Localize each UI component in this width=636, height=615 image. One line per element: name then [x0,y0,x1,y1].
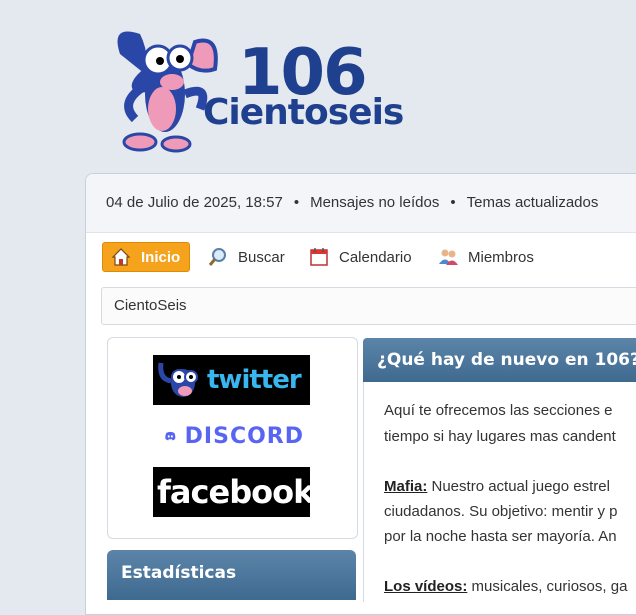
members-icon [439,249,458,265]
news-mafia-line: Mafia: Nuestro actual juego estrel [384,478,610,495]
news-title: ¿Qué hay de nuevo en 106? [377,350,636,370]
updated-topics-link[interactable]: Temas actualizados [467,194,599,211]
mafia-text: Nuestro actual juego estrel [427,478,610,495]
separator-dot: • [293,194,300,211]
mascot-icon [158,362,198,397]
mafia-link[interactable]: Mafia: [384,478,427,495]
nav-calendar-button[interactable]: Calendario [309,242,412,272]
breadcrumb: CientoSeis [101,287,636,325]
news-intro-line: tiempo si hay lugares mas candent [384,428,616,445]
nav-home-button[interactable]: Inicio [102,242,191,272]
news-panel-body: Aquí te ofrecemos las secciones e tiempo… [363,382,636,602]
stats-title: Estadísticas [121,563,237,583]
nav-members-label: Miembros [468,248,534,266]
news-panel-header: ¿Qué hay de nuevo en 106? [363,338,636,382]
nav-home-label: Inicio [141,248,181,266]
calendar-icon [310,248,328,266]
mascot-logo-image [117,31,218,153]
search-icon [208,248,226,266]
home-icon [111,248,131,266]
breadcrumb-home-link[interactable]: CientoSeis [114,297,187,314]
nav-calendar-label: Calendario [339,248,412,266]
separator-dot: • [450,194,456,211]
facebook-label: facebook [157,473,310,511]
news-videos-line: Los vídeos: musicales, curiosos, ga [384,578,627,595]
twitter-label: twitter [207,365,302,395]
news-mafia-line: ciudadanos. Su objetivo: mentir y p [384,503,618,520]
current-date: 04 de Julio de 2025, 18:57 [106,194,283,211]
nav-search-label: Buscar [238,248,285,266]
stats-panel-header: Estadísticas [107,550,356,600]
discord-label: DISCORD [184,423,304,449]
logo-name: Cientoseis [203,92,404,133]
unread-posts-link[interactable]: Mensajes no leídos [310,194,439,211]
user-info-text: 04 de Julio de 2025, 18:57 • Mensajes no l… [106,194,598,211]
videos-link[interactable]: Los vídeos: [384,578,467,595]
videos-text: musicales, curiosos, ga [467,578,628,595]
news-intro-line: Aquí te ofrecemos las secciones e [384,402,613,419]
discord-link[interactable]: DISCORD [164,418,304,454]
news-mafia-line: por la noche hasta ser mayoría. An [384,528,617,545]
nav-search-button[interactable]: Buscar [208,242,285,272]
social-links-panel: twitter DISCORD facebook [107,337,358,539]
discord-icon [165,431,176,441]
facebook-banner-link[interactable]: facebook [153,467,310,517]
nav-members-button[interactable]: Miembros [438,242,534,272]
twitter-banner-link[interactable]: twitter [153,355,310,405]
